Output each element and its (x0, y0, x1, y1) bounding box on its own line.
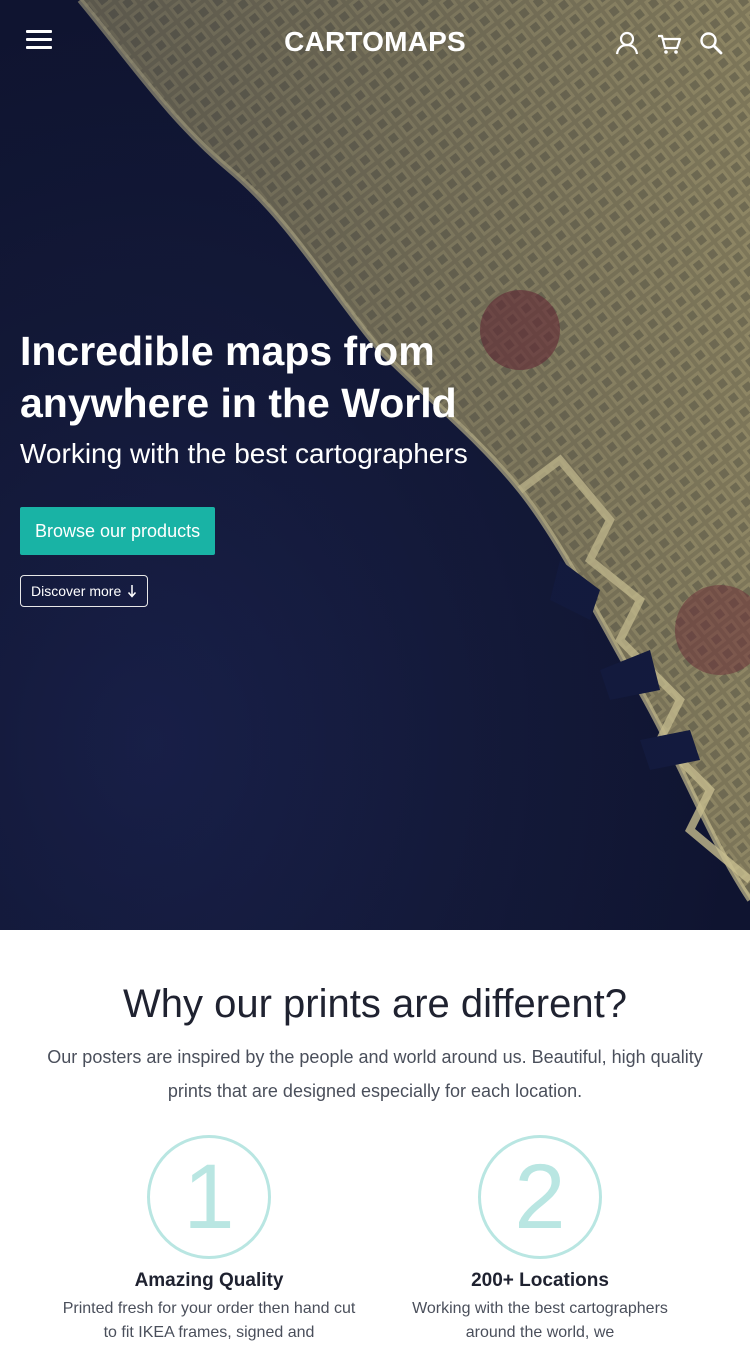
feature-title: Amazing Quality (134, 1270, 284, 1291)
feature-description: Working with the best cartographers arou… (412, 1300, 668, 1341)
hero-title-line-2: anywhere in the World (20, 380, 457, 426)
discover-more-label: Discover more (31, 583, 122, 599)
feature-number-circle: 1 (147, 1135, 271, 1259)
search-icon[interactable] (698, 30, 724, 56)
why-section: Why our prints are different? Our poster… (0, 930, 750, 1341)
discover-more-button[interactable]: Discover more (20, 575, 149, 607)
feature-title: 200+ Locations (471, 1270, 609, 1291)
hero-section: CARTOMAPS Incredible maps from anywhere … (0, 0, 750, 930)
hero-title-line-1: Incredible maps from (20, 328, 435, 374)
feature-item: 2 200+ Locations Working with the best c… (390, 1135, 690, 1345)
hero-subtitle: Working with the best cartographers (20, 438, 468, 469)
top-navigation-bar: CARTOMAPS (0, 0, 750, 88)
browse-products-button[interactable]: Browse our products (20, 507, 216, 555)
cart-icon[interactable] (656, 30, 682, 56)
why-title: Why our prints are different? (123, 982, 627, 1026)
feature-description: Printed fresh for your order then hand c… (62, 1300, 356, 1341)
user-icon[interactable] (614, 30, 640, 56)
hero-copy: Incredible maps from anywhere in the Wor… (20, 325, 720, 607)
features-list: 1 Amazing Quality Printed fresh for your… (0, 1135, 750, 1341)
arrow-down-icon (128, 585, 137, 598)
feature-number-circle: 2 (478, 1135, 602, 1259)
feature-item: 1 Amazing Quality Printed fresh for your… (59, 1135, 359, 1345)
hero-title: Incredible maps from anywhere in the Wor… (20, 325, 720, 429)
why-lead: Our posters are inspired by the people a… (47, 1047, 703, 1101)
